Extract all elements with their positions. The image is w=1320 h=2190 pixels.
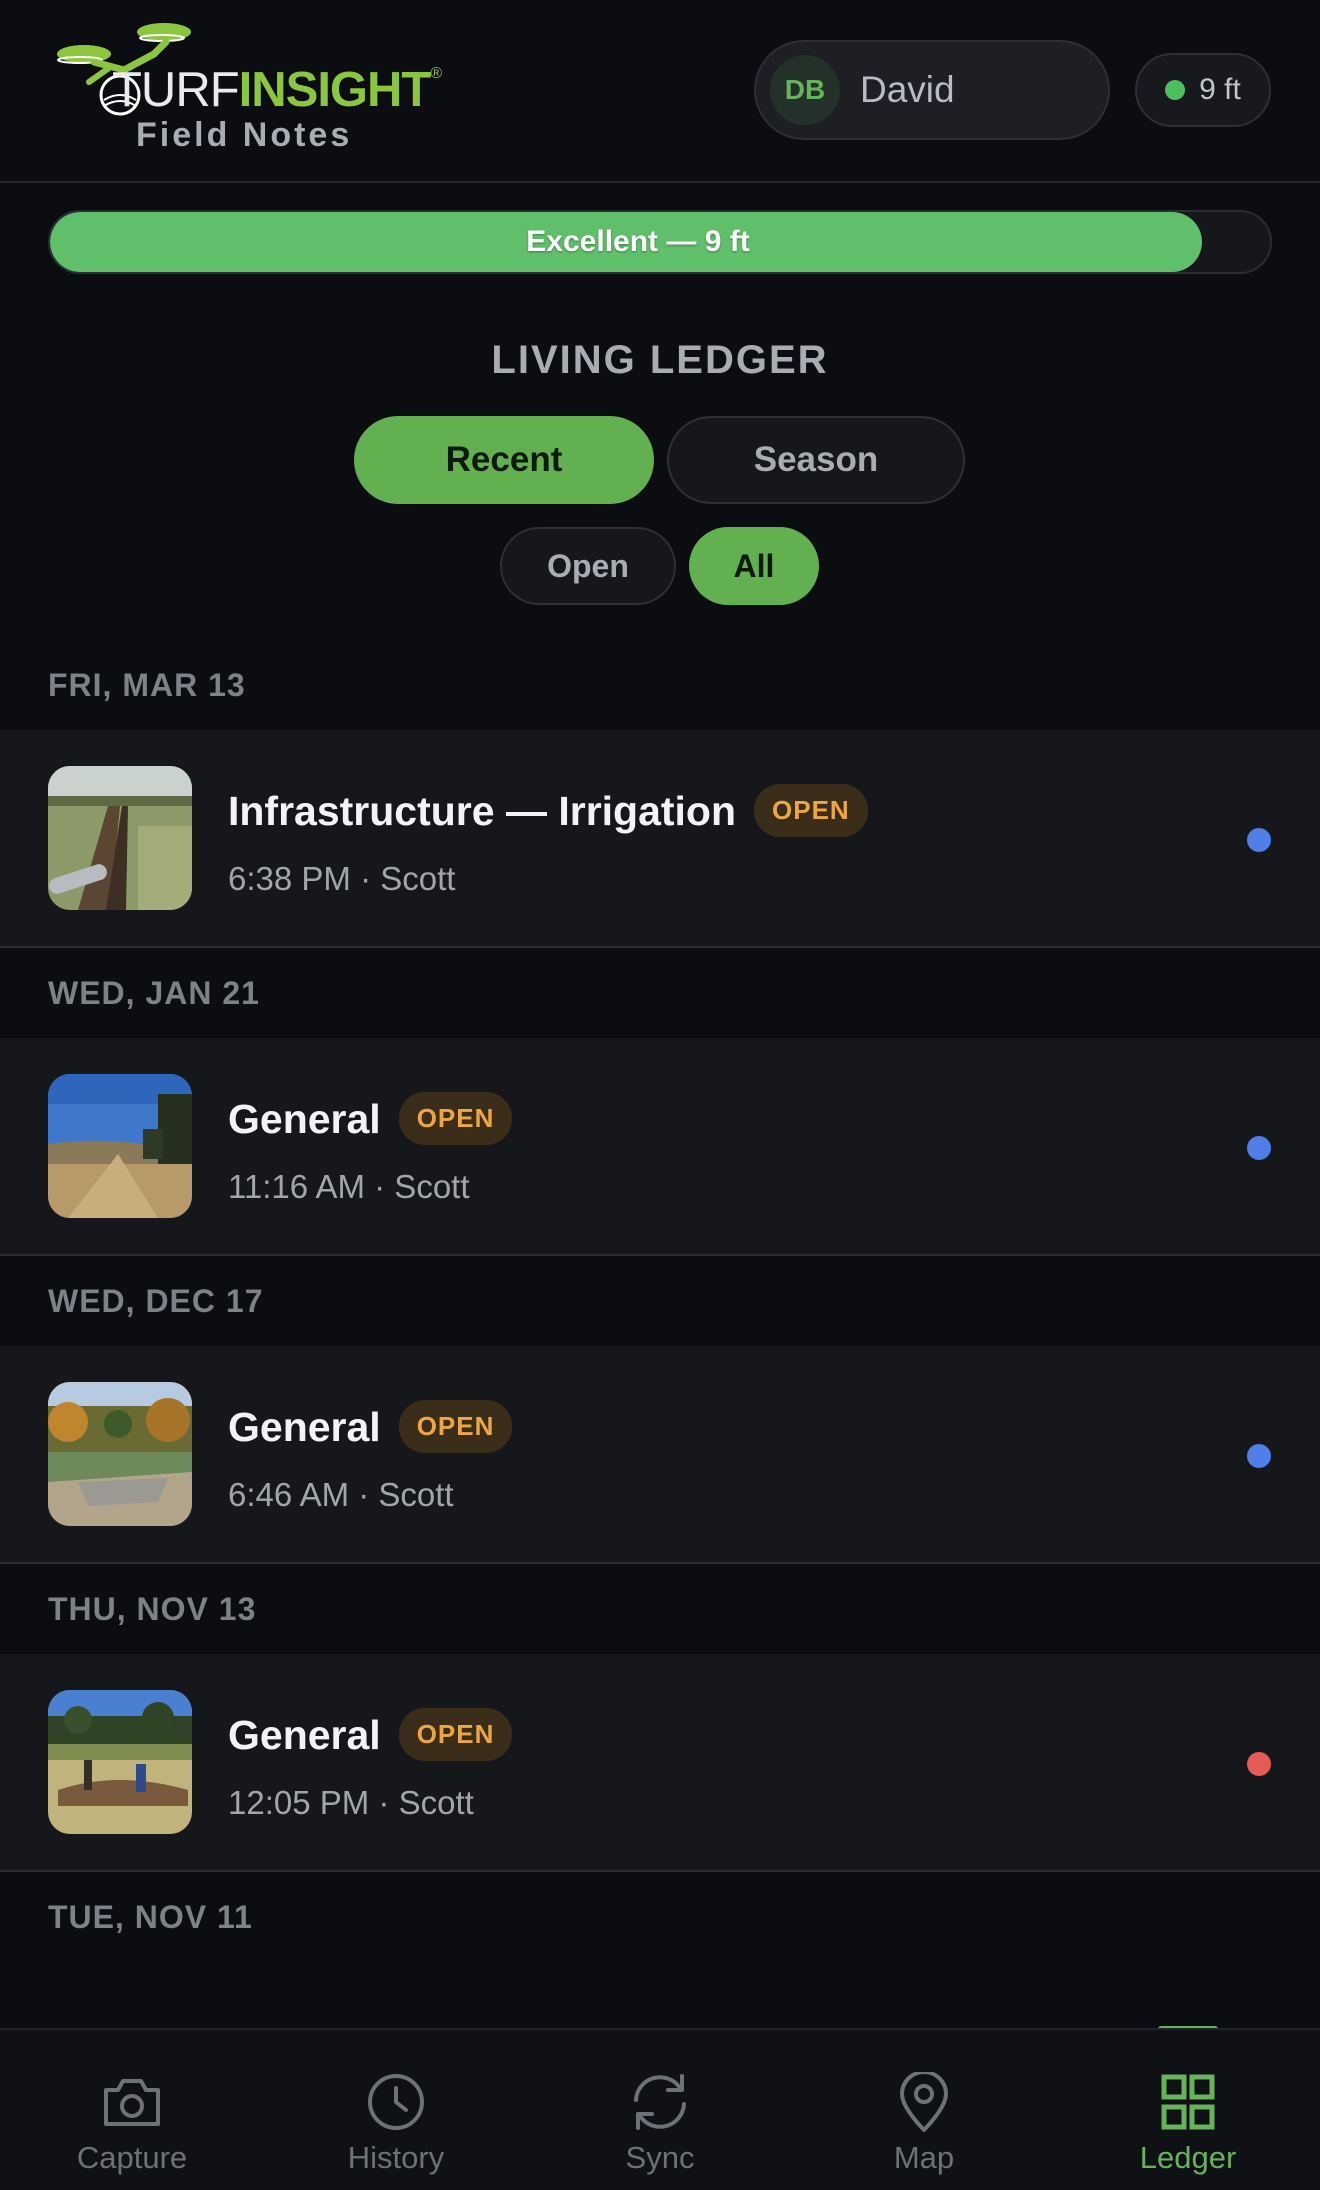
ledger-list: FRI, MAR 13 Infrastructure — Irrigation O… xyxy=(0,640,1320,1962)
tab-season[interactable]: Season xyxy=(667,416,965,504)
sync-status-dot xyxy=(1247,1444,1271,1468)
entry-meta: 6:38 PM · Scott xyxy=(228,860,456,897)
nav-map[interactable]: Map xyxy=(792,2030,1056,2190)
ledger-entry[interactable]: General OPEN 12:05 PM · Scott xyxy=(0,1654,1320,1872)
entry-meta: 11:16 AM · Scott xyxy=(228,1168,470,1205)
date-header: THU, NOV 13 xyxy=(48,1590,257,1627)
sync-icon xyxy=(634,2074,686,2130)
avatar: DB xyxy=(770,55,840,125)
autumn-trees-photo xyxy=(48,1382,192,1526)
crew-on-green-photo xyxy=(48,1690,192,1834)
status-badge: OPEN xyxy=(398,1707,513,1761)
entry-title: General OPEN xyxy=(228,1399,513,1453)
entry-title: General OPEN xyxy=(228,1091,513,1145)
camera-icon xyxy=(104,2079,160,2126)
tab-recent[interactable]: Recent xyxy=(354,416,654,504)
sync-status-dot xyxy=(1247,1752,1271,1776)
entry-meta: 6:46 AM · Scott xyxy=(228,1476,454,1513)
app-screen: TURFINSIGHT® Field Notes DB David 9 ft E… xyxy=(0,0,1320,2190)
date-header: WED, DEC 17 xyxy=(48,1282,264,1319)
filter-open[interactable]: Open xyxy=(500,527,676,605)
date-header: FRI, MAR 13 xyxy=(48,666,246,703)
map-pin-icon xyxy=(900,2072,948,2132)
gps-status-dot xyxy=(1165,80,1186,100)
status-badge: OPEN xyxy=(754,783,868,837)
filter-all[interactable]: All xyxy=(689,527,819,605)
grid-icon xyxy=(1161,2074,1215,2130)
user-account-button[interactable]: DB David xyxy=(754,40,1110,140)
gps-accuracy-badge[interactable]: 9 ft xyxy=(1135,53,1271,127)
entry-meta: 12:05 PM · Scott xyxy=(228,1784,474,1821)
fairway-sky-photo xyxy=(48,1074,192,1218)
entry-title: Infrastructure — Irrigation OPEN xyxy=(228,783,868,837)
gps-accuracy-bar: Excellent — 9 ft xyxy=(48,210,1272,274)
accuracy-label: Excellent — 9 ft xyxy=(526,225,750,258)
nav-history[interactable]: History xyxy=(264,2030,528,2190)
app-subtitle: Field Notes xyxy=(136,116,353,154)
trademark-mark: ® xyxy=(430,65,442,82)
logo-wordmark: TURFINSIGHT® xyxy=(112,63,442,117)
nav-capture[interactable]: Capture xyxy=(0,2030,264,2190)
sync-status-dot xyxy=(1247,828,1271,852)
nav-ledger[interactable]: Ledger xyxy=(1056,2030,1320,2190)
ledger-title: LIVING LEDGER xyxy=(491,338,829,382)
ledger-entry[interactable]: Infrastructure — Irrigation OPEN 6:38 PM … xyxy=(0,730,1320,948)
status-badge: OPEN xyxy=(398,1399,513,1453)
bottom-nav: Capture History Sync Map Ledger xyxy=(0,2028,1320,2190)
date-header: TUE, NOV 11 xyxy=(48,1898,253,1935)
gps-accuracy-label: 9 ft xyxy=(1199,73,1241,106)
irrigation-trench-photo xyxy=(48,766,192,910)
app-header: TURFINSIGHT® Field Notes DB David 9 ft xyxy=(0,0,1320,183)
entry-title: General OPEN xyxy=(228,1707,513,1761)
date-header: WED, JAN 21 xyxy=(48,974,260,1011)
ledger-entry[interactable]: General OPEN 6:46 AM · Scott xyxy=(0,1346,1320,1564)
turfinsight-logo: TURFINSIGHT® Field Notes xyxy=(54,20,454,160)
user-name: David xyxy=(860,69,955,110)
nav-sync[interactable]: Sync xyxy=(528,2030,792,2190)
ledger-entry[interactable]: General OPEN 11:16 AM · Scott xyxy=(0,1038,1320,1256)
sync-status-dot xyxy=(1247,1136,1271,1160)
status-badge: OPEN xyxy=(398,1091,513,1145)
clock-icon xyxy=(368,2074,424,2130)
